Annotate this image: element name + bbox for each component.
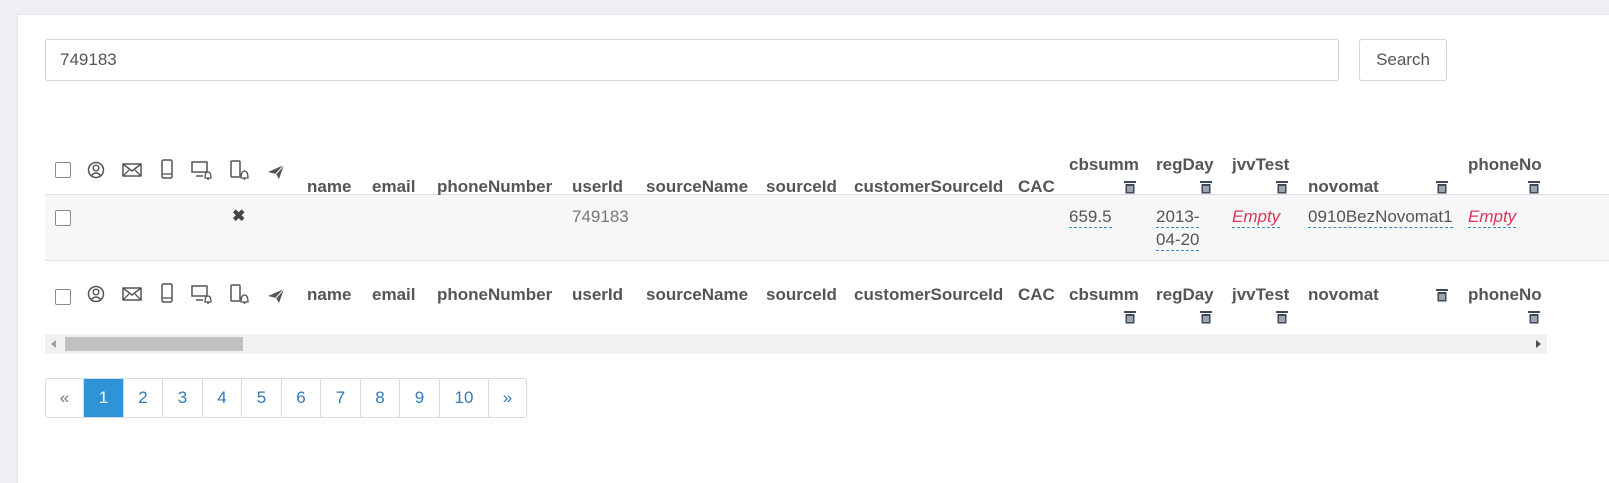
pagination-page-7[interactable]: 7 [321,379,361,417]
mobile-bell-icon[interactable] [229,159,251,181]
delete-column-phoneno-icon[interactable] [1527,180,1541,194]
column-header-sourceid[interactable]: sourceId [766,177,837,197]
results-table: name email phoneNumber userId sourceName… [45,125,1609,343]
envelope-icon[interactable] [121,283,143,305]
pagination-page-8[interactable]: 8 [361,379,400,417]
pagination-page-1[interactable]: 1 [84,379,124,417]
column-footer-phoneno[interactable]: phoneNo [1468,285,1542,305]
delete-column-phoneno-icon[interactable] [1527,310,1541,324]
select-all-checkbox-footer[interactable] [55,289,71,305]
table-header-row: name email phoneNumber userId sourceName… [45,125,1609,197]
scroll-left-arrow-icon[interactable] [51,340,56,348]
column-header-jvvtest[interactable]: jvvTest [1232,155,1289,175]
column-footer-cac[interactable]: CAC [1018,285,1055,305]
paper-plane-icon[interactable] [265,161,287,183]
column-header-regday[interactable]: regDay [1156,155,1214,175]
cell-cbsumm[interactable]: 659.5 [1069,207,1112,228]
envelope-icon[interactable] [121,159,143,181]
cell-novomat[interactable]: 0910BezNovomat1 [1308,207,1453,228]
content-panel: 749183 Search name email phoneNumber use… [17,14,1609,483]
column-header-novomat[interactable]: novomat [1308,177,1379,197]
column-header-userid[interactable]: userId [572,177,623,197]
pagination-prev[interactable]: « [46,379,84,417]
delete-column-novomat-icon[interactable] [1435,180,1449,194]
scrollbar-thumb[interactable] [65,337,243,351]
status-cross-icon: ✖ [232,208,246,225]
pagination-page-2[interactable]: 2 [124,379,163,417]
delete-column-jvvtest-icon[interactable] [1275,310,1289,324]
column-footer-sourcename[interactable]: sourceName [646,285,748,305]
pagination-page-4[interactable]: 4 [203,379,242,417]
horizontal-scrollbar[interactable] [45,334,1547,354]
row-checkbox[interactable] [55,210,71,226]
desktop-bell-icon[interactable] [191,283,213,305]
cell-regday-part2[interactable]: 04-20 [1156,230,1200,251]
column-footer-customersourceid[interactable]: customerSourceId [854,285,1003,305]
mobile-phone-icon[interactable] [156,158,178,180]
column-header-email[interactable]: email [372,177,415,197]
cell-jvvtest[interactable]: Empty [1232,207,1281,228]
column-header-phoneno[interactable]: phoneNo [1468,155,1542,175]
pagination-page-9[interactable]: 9 [400,379,440,417]
delete-column-novomat-icon[interactable] [1435,288,1449,302]
delete-column-regday-icon[interactable] [1199,180,1213,194]
column-header-cbsumm[interactable]: cbsumm [1069,155,1139,175]
table-footer-row: name email phoneNumber userId sourceName… [45,261,1609,331]
column-footer-jvvtest[interactable]: jvvTest [1232,285,1289,305]
pagination-page-10[interactable]: 10 [440,379,489,417]
delete-column-cbsumm-icon[interactable] [1123,310,1137,324]
column-footer-userid[interactable]: userId [572,285,623,305]
delete-column-regday-icon[interactable] [1199,310,1213,324]
desktop-bell-icon[interactable] [191,159,213,181]
mobile-bell-icon[interactable] [229,283,251,305]
paper-plane-icon[interactable] [265,285,287,307]
search-button[interactable]: Search [1359,39,1447,81]
pagination-next[interactable]: » [489,379,526,417]
cell-phoneno[interactable]: Empty [1468,207,1517,228]
cell-userid: 749183 [572,207,629,226]
pagination-page-3[interactable]: 3 [163,379,203,417]
column-footer-email[interactable]: email [372,285,415,305]
column-footer-cbsumm[interactable]: cbsumm [1069,285,1139,305]
pagination-page-6[interactable]: 6 [282,379,321,417]
column-footer-sourceid[interactable]: sourceId [766,285,837,305]
search-input[interactable]: 749183 [45,39,1339,81]
delete-column-jvvtest-icon[interactable] [1275,180,1289,194]
table-row: ✖ 749183 659.5 2013- 04-20 Empty 0910Bez… [45,195,1609,261]
mobile-phone-icon[interactable] [156,282,178,304]
user-circle-icon[interactable] [85,283,107,305]
column-header-customersourceid[interactable]: customerSourceId [854,177,1003,197]
column-footer-novomat[interactable]: novomat [1308,285,1379,305]
select-all-checkbox[interactable] [55,162,71,178]
column-footer-regday[interactable]: regDay [1156,285,1214,305]
column-header-phonenumber[interactable]: phoneNumber [437,177,552,197]
pagination-page-5[interactable]: 5 [242,379,282,417]
column-header-name[interactable]: name [307,177,351,197]
delete-column-cbsumm-icon[interactable] [1123,180,1137,194]
column-footer-name[interactable]: name [307,285,351,305]
user-circle-icon[interactable] [85,159,107,181]
column-header-cac[interactable]: CAC [1018,177,1055,197]
column-footer-phonenumber[interactable]: phoneNumber [437,285,552,305]
scroll-right-arrow-icon[interactable] [1536,340,1541,348]
cell-regday-part1[interactable]: 2013- [1156,207,1200,228]
pagination: « 1 2 3 4 5 6 7 8 9 10 » [45,378,527,418]
column-header-sourcename[interactable]: sourceName [646,177,748,197]
